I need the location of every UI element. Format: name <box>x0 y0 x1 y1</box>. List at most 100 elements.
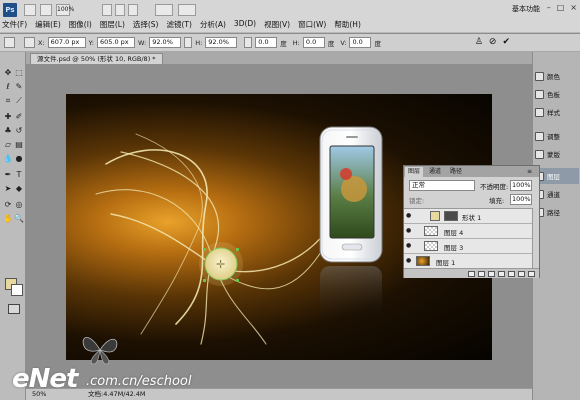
workspace-switcher[interactable]: 基本功能 <box>512 4 540 14</box>
gradient-tool-icon[interactable]: ▤ <box>14 140 24 150</box>
adjustments-icon <box>535 131 544 141</box>
layers-scrollbar[interactable] <box>532 208 539 268</box>
move-tool-icon[interactable]: ✥ <box>3 68 13 78</box>
warp-mode-icon[interactable]: ♙ <box>475 37 483 47</box>
menu-analysis[interactable]: 分析(A) <box>200 19 226 30</box>
link-icon[interactable] <box>184 37 193 48</box>
zoom-level-dropdown[interactable]: 100% <box>56 4 74 16</box>
blur-tool-icon[interactable]: 💧 <box>3 154 13 164</box>
history-brush-tool-icon[interactable]: ↺ <box>14 126 24 136</box>
path-selection-tool-icon[interactable]: ➤ <box>3 184 13 194</box>
menu-layer[interactable]: 图层(L) <box>100 19 125 30</box>
layer-row-shape1[interactable]: ● 形状 1 <box>404 209 532 224</box>
delete-layer-icon[interactable] <box>528 270 535 277</box>
quick-select-tool-icon[interactable]: ✎ <box>14 82 24 92</box>
menu-file[interactable]: 文件(F) <box>2 19 27 30</box>
new-layer-icon[interactable] <box>518 270 525 277</box>
dock-channels[interactable]: 通道 <box>535 186 579 202</box>
rotate-view-icon[interactable] <box>128 4 138 16</box>
menu-window[interactable]: 窗口(W) <box>298 19 326 30</box>
height-scale-field[interactable]: 92.0% <box>205 37 238 48</box>
commit-transform-icon[interactable]: ✔ <box>502 37 510 47</box>
menu-filter[interactable]: 滤镜(T) <box>167 19 192 30</box>
menu-edit[interactable]: 编辑(E) <box>35 19 61 30</box>
dodge-tool-icon[interactable]: ● <box>14 154 24 164</box>
visibility-eye-icon[interactable]: ● <box>406 228 413 234</box>
document-tab[interactable]: 源文件.psd @ 50% (形状 10, RGB/8) * <box>30 53 163 64</box>
dock-masks-label: 蒙版 <box>547 151 560 159</box>
menu-help[interactable]: 帮助(H) <box>334 19 361 30</box>
options-bar: X: 607.0 px Y: 605.0 px W: 92.0% H: 92.0… <box>0 34 580 52</box>
toolbox: ✥ ⬚ ℓ ✎ ⌗ ⟋ ✚ ✐ ♣ ↺ ▱ ▤ 💧 ● ✒ T ➤ ◆ ⟳ ◎ … <box>0 52 26 400</box>
hand-tool-icon[interactable] <box>102 4 112 16</box>
x-position-field[interactable]: 607.0 px <box>47 37 86 48</box>
3d-rotate-tool-icon[interactable]: ⟳ <box>3 200 13 210</box>
menu-view[interactable]: 视图(V) <box>264 19 290 30</box>
lasso-tool-icon[interactable]: ℓ <box>3 82 13 92</box>
h-label: H: <box>195 38 203 47</box>
dock-adjustments[interactable]: 调整 <box>535 128 579 144</box>
background-color-swatch[interactable] <box>11 284 23 296</box>
degree-unit-3: 度 <box>374 39 381 48</box>
3d-orbit-tool-icon[interactable]: ◎ <box>14 200 24 210</box>
add-mask-icon[interactable] <box>488 270 495 277</box>
dock-paths[interactable]: 路径 <box>535 204 579 220</box>
dock-swatches[interactable]: 色板 <box>535 86 579 102</box>
dock-color[interactable]: 颜色 <box>535 68 579 84</box>
fill-field[interactable]: 100% <box>510 194 532 205</box>
layer-row-3[interactable]: ● 图层 3 <box>404 239 532 254</box>
menu-3d[interactable]: 3D(D) <box>234 19 256 30</box>
adjustment-layer-icon[interactable] <box>498 270 505 277</box>
y-position-field[interactable]: 605.0 px <box>96 37 135 48</box>
lock-row: 锁定: 填充: 100% <box>407 194 538 206</box>
brush-tool-icon[interactable]: ✐ <box>14 112 24 122</box>
cancel-transform-icon[interactable]: ⊘ <box>489 37 497 47</box>
visibility-eye-icon[interactable]: ● <box>406 258 413 264</box>
healing-brush-tool-icon[interactable]: ✚ <box>3 112 13 122</box>
arrange-documents-icon[interactable] <box>155 4 173 16</box>
layer-style-icon[interactable] <box>478 270 485 277</box>
zoom-tool-icon[interactable] <box>115 4 125 16</box>
bridge-icon[interactable] <box>24 4 36 16</box>
panel-menu-icon[interactable]: ≡ <box>524 167 535 177</box>
dock-styles[interactable]: 样式 <box>535 104 579 120</box>
width-scale-field[interactable]: 92.0% <box>149 37 182 48</box>
tab-layers[interactable]: 图层 <box>405 167 424 177</box>
shape-tool-icon[interactable]: ◆ <box>14 184 24 194</box>
dock-layers[interactable]: 图层 <box>535 168 579 184</box>
maximize-icon[interactable]: □ <box>557 3 565 12</box>
degree-unit: 度 <box>280 39 287 48</box>
close-icon[interactable]: × <box>570 3 577 12</box>
screen-mode-icon[interactable] <box>178 4 196 16</box>
tool-preset-icon[interactable] <box>4 37 15 48</box>
rotation-field[interactable]: 0.0 <box>255 37 278 48</box>
mini-bridge-icon[interactable] <box>40 4 52 16</box>
clone-stamp-tool-icon[interactable]: ♣ <box>3 126 13 136</box>
layer-row-1[interactable]: ● 图层 1 <box>404 254 532 269</box>
menu-image[interactable]: 图像(I) <box>69 19 92 30</box>
vertical-skew-field[interactable]: 0.0 <box>349 37 372 48</box>
tab-channels[interactable]: 通道 <box>426 167 444 177</box>
visibility-eye-icon[interactable]: ● <box>406 243 413 249</box>
tab-paths[interactable]: 路径 <box>447 167 465 177</box>
eyedropper-tool-icon[interactable]: ⟋ <box>14 96 24 106</box>
zoom-tool-icon[interactable]: 🔍 <box>14 214 24 224</box>
layer-row-4[interactable]: ● 图层 4 <box>404 224 532 239</box>
link-layers-icon[interactable] <box>468 270 475 277</box>
crop-tool-icon[interactable]: ⌗ <box>3 96 13 106</box>
horizontal-skew-field[interactable]: 0.0 <box>302 37 325 48</box>
pen-tool-icon[interactable]: ✒ <box>3 170 13 180</box>
dock-masks[interactable]: 蒙版 <box>535 146 579 162</box>
opacity-field[interactable]: 100% <box>510 180 532 191</box>
blend-mode-select[interactable]: 正常 <box>409 180 475 191</box>
eraser-tool-icon[interactable]: ▱ <box>3 140 13 150</box>
type-tool-icon[interactable]: T <box>14 170 24 180</box>
menu-select[interactable]: 选择(S) <box>133 19 159 30</box>
hand-tool-icon[interactable]: ✋ <box>3 214 13 224</box>
quick-mask-icon[interactable] <box>8 304 20 314</box>
marquee-tool-icon[interactable]: ⬚ <box>14 68 24 78</box>
minimize-icon[interactable]: – <box>547 3 551 12</box>
new-group-icon[interactable] <box>508 270 515 277</box>
visibility-eye-icon[interactable]: ● <box>406 213 413 219</box>
reference-point-icon[interactable] <box>24 37 35 48</box>
